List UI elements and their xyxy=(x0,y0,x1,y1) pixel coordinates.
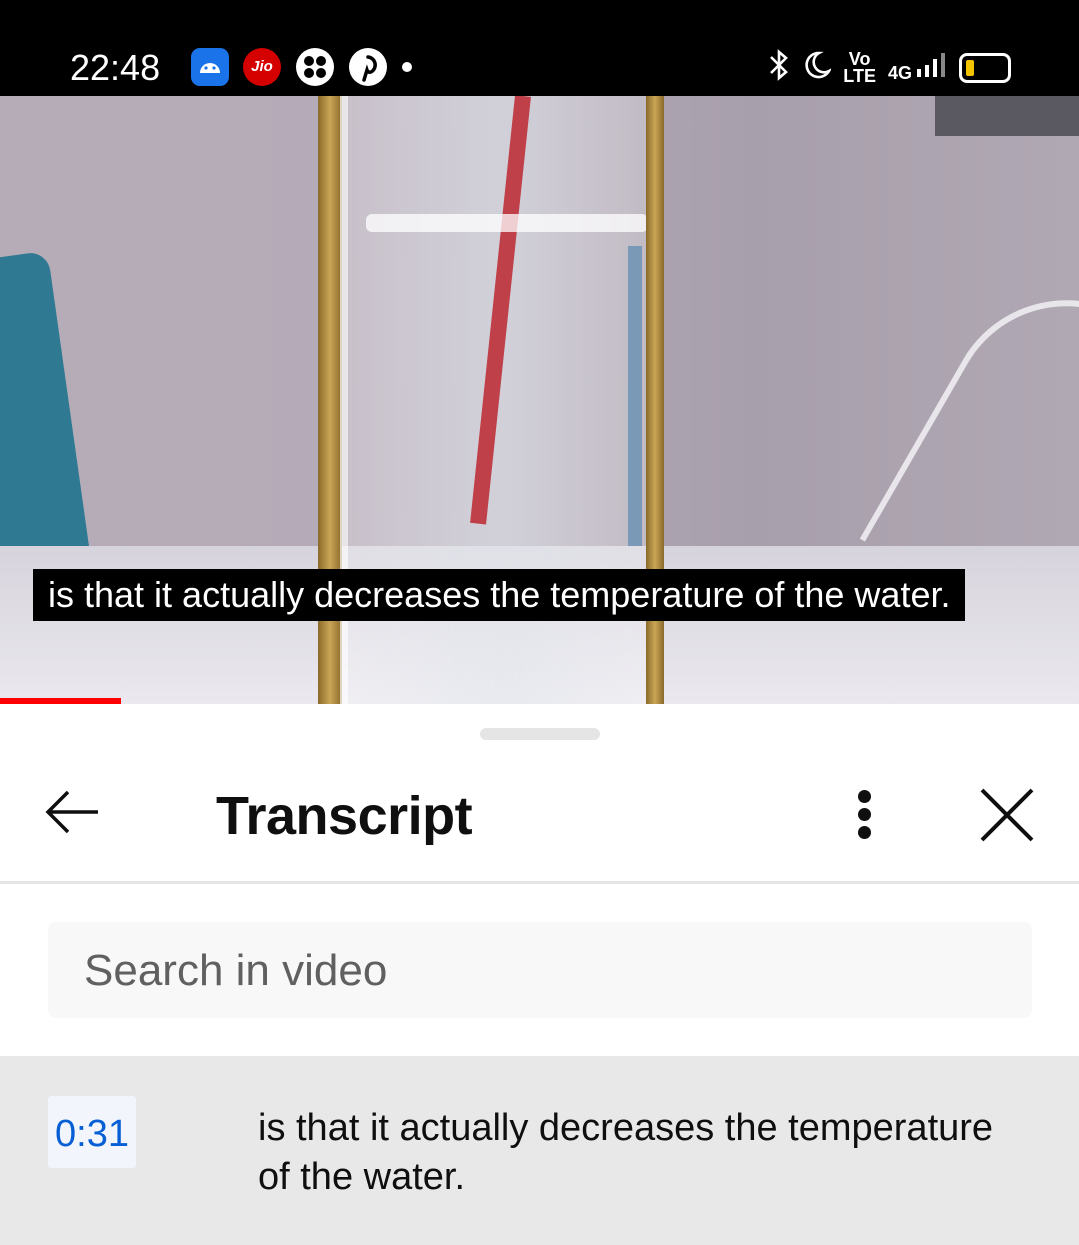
fan-icon xyxy=(296,48,334,86)
more-dot-icon xyxy=(858,826,871,839)
video-waterline xyxy=(366,214,648,232)
more-dot-icon xyxy=(858,790,871,803)
more-options-button[interactable] xyxy=(840,782,890,842)
video-caption: is that it actually decreases the temper… xyxy=(33,569,966,621)
back-arrow-icon xyxy=(45,790,98,834)
notification-dot-icon xyxy=(402,62,412,72)
android-icon xyxy=(191,48,229,86)
status-icons: Vo LTE 4G xyxy=(767,46,1011,90)
back-button[interactable] xyxy=(38,782,108,842)
volte-icon: Vo LTE xyxy=(843,49,876,86)
battery-icon xyxy=(959,53,1011,83)
bluetooth-icon xyxy=(767,48,791,89)
search-placeholder: Search in video xyxy=(84,946,388,995)
close-icon xyxy=(980,788,1034,842)
pinterest-icon xyxy=(349,48,387,86)
video-player[interactable]: is that it actually decreases the temper… xyxy=(0,96,1079,704)
transcript-header: Transcript xyxy=(0,752,1079,884)
signal-icon: 4G xyxy=(887,52,947,84)
jio-icon: Jio xyxy=(243,48,281,86)
drag-handle[interactable] xyxy=(480,728,600,740)
close-button[interactable] xyxy=(972,780,1042,850)
transcript-segment[interactable]: 0:31 is that it actually decreases the t… xyxy=(0,1056,1079,1245)
transcript-panel: Transcript Search in video 0:31 is that … xyxy=(0,704,1079,1245)
segment-timestamp[interactable]: 0:31 xyxy=(48,1096,136,1168)
more-dot-icon xyxy=(858,808,871,821)
video-blue-rod xyxy=(628,246,642,546)
status-clock: 22:48 xyxy=(70,47,161,88)
do-not-disturb-icon xyxy=(803,50,833,87)
panel-title: Transcript xyxy=(216,786,473,846)
segment-text: is that it actually decreases the temper… xyxy=(258,1107,994,1198)
video-background-object xyxy=(935,96,1079,136)
status-bar: 22:48 Jio Vo LTE 4G xyxy=(0,0,1079,96)
network-type-label: 4G xyxy=(887,62,912,83)
search-input[interactable]: Search in video xyxy=(48,922,1032,1018)
